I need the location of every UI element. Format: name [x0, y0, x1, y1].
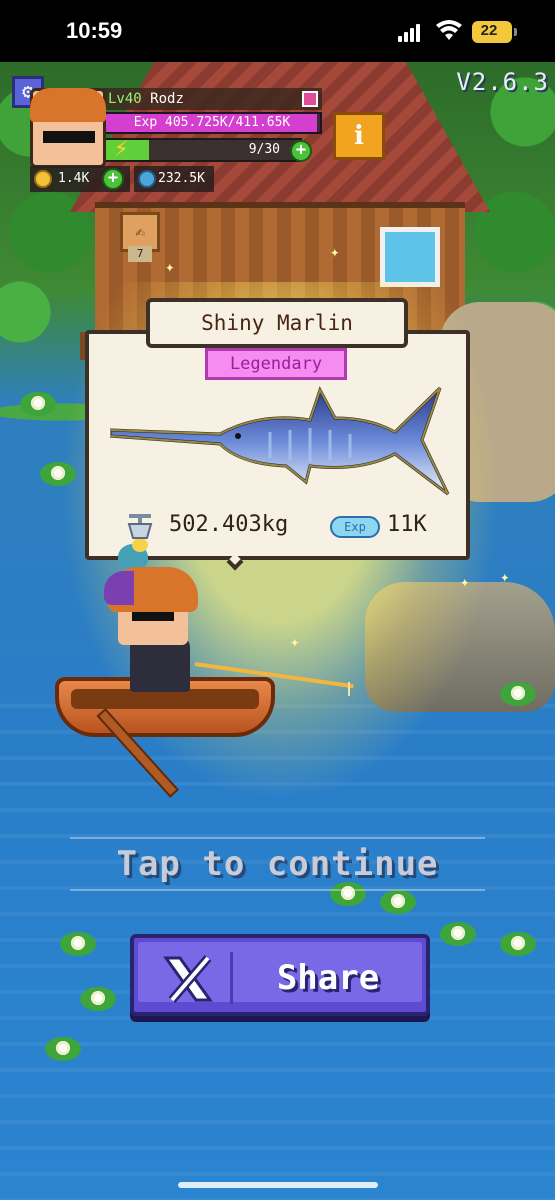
- share-label: Share: [276, 958, 380, 998]
- sparkle-icon: ✦: [290, 632, 300, 651]
- divider: [70, 837, 485, 839]
- lily-pad: [80, 987, 116, 1011]
- boat-inner: [71, 689, 259, 709]
- divider: [70, 889, 485, 891]
- player-name: Rodz: [150, 91, 184, 107]
- lightning-bolt-icon: ⚡: [114, 134, 129, 162]
- currency-row: 1.4K + 232.5K: [30, 166, 320, 192]
- share-button-face: Share: [138, 942, 422, 1004]
- info-button[interactable]: i: [333, 112, 385, 160]
- house-window: [380, 227, 440, 287]
- share-button[interactable]: Share: [130, 934, 430, 1016]
- share-divider: [230, 952, 233, 1004]
- wifi-icon: [436, 20, 462, 40]
- cellular-signal-icon: [398, 24, 424, 42]
- gem-icon: [138, 170, 156, 188]
- level-number: 40: [124, 91, 142, 107]
- fisher-headphones: [104, 571, 134, 605]
- lily-pad: [380, 890, 416, 914]
- fishing-line: [348, 682, 350, 696]
- exp-reward: 11K: [387, 512, 427, 537]
- exp-bar: Exp 405.725K/411.65K: [102, 112, 322, 134]
- status-bar: 10:59 22: [0, 0, 555, 62]
- home-indicator[interactable]: [178, 1182, 378, 1188]
- battery-icon: 22: [472, 21, 512, 43]
- tap-to-continue[interactable]: Tap to continue: [70, 840, 485, 888]
- battery-level: 22: [480, 22, 498, 39]
- coin-icon: [34, 170, 52, 188]
- sparkle-icon: ✦: [330, 242, 340, 261]
- lily-pad: [60, 932, 96, 956]
- status-time: 10:59: [66, 18, 123, 43]
- player-panel[interactable]: Lv40 Rodz Exp 405.725K/411.65K 9/30 ⚡ + …: [30, 82, 322, 212]
- coin-amount: 1.4K: [58, 171, 90, 186]
- avatar-hair: [30, 88, 106, 122]
- profile-badge-icon[interactable]: [302, 91, 318, 107]
- version-label: V2.6.3: [456, 68, 549, 96]
- lily-pad: [500, 682, 536, 706]
- fish-name: Shiny Marlin: [146, 298, 408, 348]
- lily-pad: [500, 932, 536, 956]
- fisher-character: [104, 567, 198, 647]
- gem-counter: 232.5K: [134, 166, 214, 192]
- avatar-sunglasses: [43, 131, 95, 143]
- battery-tip: [514, 28, 517, 36]
- lily-pad: [40, 462, 76, 486]
- lily-pad: [440, 922, 476, 946]
- sparkle-icon: ✦: [460, 572, 470, 591]
- exp-text: Exp 405.725K/411.65K: [133, 115, 291, 130]
- lily-pad: [20, 392, 56, 416]
- player-level-label: Lv40 Rodz: [102, 88, 322, 110]
- sparkle-icon: ✦: [165, 257, 175, 276]
- lily-pad: [45, 1037, 81, 1061]
- x-logo-icon: [163, 955, 213, 1003]
- marlin-fish-image: [110, 386, 450, 496]
- avatar[interactable]: [30, 88, 106, 168]
- level-prefix: Lv: [108, 91, 125, 107]
- weight-scale-icon: [127, 514, 153, 539]
- gem-amount: 232.5K: [158, 171, 205, 186]
- add-energy-plus-icon[interactable]: +: [290, 140, 312, 162]
- fish-weight: 502.403kg: [169, 512, 289, 537]
- rarity-badge: Legendary: [205, 348, 347, 380]
- add-coins-plus-icon[interactable]: +: [102, 168, 124, 190]
- game-scene[interactable]: ✦ ✦ ✦ ✦ ✦ ✦ ⚙ V2.6.3 Lv40 Rodz Exp 405.7…: [0, 62, 555, 1200]
- quest-count: 7: [128, 246, 152, 262]
- sparkle-icon: ✦: [500, 567, 510, 586]
- exp-icon: Exp: [330, 516, 380, 538]
